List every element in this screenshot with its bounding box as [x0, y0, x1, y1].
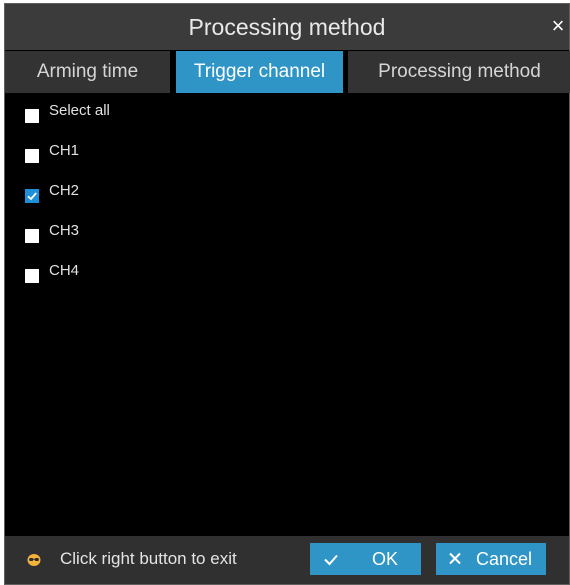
ch2-label: CH2	[49, 182, 80, 199]
checkmark-icon	[322, 543, 340, 585]
ok-label: OK	[372, 549, 399, 569]
tab-bar: Arming time Trigger channel Processing m…	[5, 51, 570, 94]
title-bar: Processing method ×	[5, 4, 569, 50]
dialog-title: Processing method	[188, 14, 386, 40]
select-all-label: Select all	[49, 102, 110, 119]
ch3-label: CH3	[49, 222, 80, 239]
ch2-checkbox[interactable]	[25, 189, 39, 203]
checkmark-icon	[27, 192, 37, 201]
exit-hint: Click right button to exit	[60, 549, 237, 568]
select-all-checkbox[interactable]	[25, 109, 39, 123]
cancel-label: Cancel	[476, 549, 533, 569]
tab-trigger-channel[interactable]: Trigger channel	[176, 51, 343, 93]
footer-bar: Click right button to exit OK Cancel	[5, 536, 569, 584]
processing-method-dialog: Processing method × Arming time Trigger …	[4, 3, 570, 585]
close-icon[interactable]: ×	[550, 15, 566, 37]
tab-processing-method[interactable]: Processing method	[348, 51, 570, 93]
ch1-label: CH1	[49, 142, 80, 159]
ok-button[interactable]: OK	[310, 543, 421, 575]
ch3-checkbox[interactable]	[25, 229, 39, 243]
close-icon	[446, 543, 464, 585]
ch1-checkbox[interactable]	[25, 149, 39, 163]
tab-arming-time[interactable]: Arming time	[5, 51, 170, 93]
mouse-icon	[27, 554, 41, 566]
ch4-label: CH4	[49, 262, 80, 279]
ch4-checkbox[interactable]	[25, 269, 39, 283]
cancel-button[interactable]: Cancel	[436, 543, 546, 575]
